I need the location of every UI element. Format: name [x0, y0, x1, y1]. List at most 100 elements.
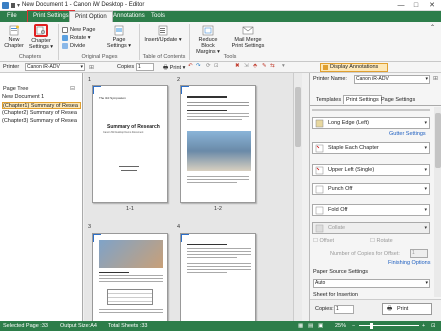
gutter-settings-link[interactable]: Gutter Settings [389, 131, 426, 137]
offset-copies-input[interactable]: 1 [410, 249, 428, 258]
page-thumbnail[interactable] [92, 233, 168, 323]
rotate-button[interactable]: Rotate ▾ [62, 34, 91, 42]
print-button[interactable]: 🖶 Print ▾ [163, 64, 185, 73]
punch-select[interactable]: Punch Off ▾ [312, 183, 430, 195]
copies-input[interactable]: 1 [334, 305, 354, 314]
copies-input[interactable]: 1 [136, 63, 154, 71]
page-thumbnail[interactable]: The 3rd Symposium Summary of Research Ca… [92, 85, 168, 203]
page-thumbnail[interactable] [180, 233, 256, 323]
undo-icon[interactable]: ↶ [188, 63, 193, 69]
settings-scrollbar[interactable] [434, 107, 441, 297]
fold-icon [315, 206, 324, 215]
toolbar-icon[interactable]: ⊡ [214, 63, 219, 69]
printer-properties-icon[interactable]: ⊞ [433, 75, 438, 82]
print-footer: Copies: 1 🖶 Print [310, 299, 441, 321]
chapter-settings-button[interactable]: Chapter Settings ▾ [27, 24, 55, 50]
tab-annotations[interactable]: Annotations [108, 11, 150, 22]
finishing-options-link[interactable]: Finishing Options [388, 260, 431, 266]
annotation-icon [323, 65, 328, 70]
printer-name-select[interactable]: Canon iR-ADV ▾ [354, 75, 430, 84]
divider [58, 24, 59, 60]
tree-item-chapter3[interactable]: (Chapter3) Summary of Resea [2, 118, 77, 125]
output-size-status: Output Size:A4 [60, 323, 97, 329]
delete-icon[interactable]: ✖ [235, 63, 240, 69]
view-icon[interactable]: ▦ [298, 321, 303, 331]
view-icon[interactable]: ▤ [308, 321, 313, 331]
app-icon [2, 2, 9, 9]
collate-icon [315, 224, 324, 233]
photo-image [99, 240, 163, 268]
corner-mark [181, 86, 189, 94]
mail-merge-icon [242, 26, 254, 35]
new-page-button[interactable]: New Page [62, 26, 95, 34]
quick-access-icon[interactable] [11, 2, 21, 9]
new-page-icon [62, 27, 68, 33]
maximize-button[interactable]: □ [409, 0, 423, 11]
toolbar-icon[interactable]: ⇲ [244, 63, 249, 69]
status-bar: Selected Page :33 Output Size:A4 Total S… [0, 321, 441, 331]
center-scrollbar[interactable] [293, 73, 302, 321]
fit-icon[interactable]: ⊡ [431, 321, 436, 331]
tab-print-settings-panel[interactable]: Print Settings [343, 95, 382, 104]
collate-select[interactable]: Collate ▾ [312, 222, 430, 234]
window-title: New Document 1 - Canon iW Desktop - Edit… [22, 2, 145, 8]
minimize-button[interactable]: — [394, 0, 408, 11]
print-style-select[interactable]: Long Edge (Left) ▾ [312, 117, 430, 129]
insert-update-button[interactable]: Insert/Update ▾ [143, 25, 183, 43]
toolbar-icon[interactable]: ⇆ [270, 63, 275, 69]
tab-templates[interactable]: Templates [316, 97, 341, 103]
staple-icon [315, 144, 324, 153]
tree-item-chapter2[interactable]: (Chapter2) Summary of Resea [2, 110, 77, 117]
paper-source-select[interactable]: Auto ▾ [313, 279, 430, 288]
copies-label: Copies [117, 64, 135, 70]
view-icon[interactable]: ▣ [318, 321, 323, 331]
page-settings-button[interactable]: Page Settings ▾ [105, 25, 133, 49]
zoom-in-icon[interactable]: + [422, 321, 425, 331]
reduce-block-margins-button[interactable]: Reduce Block Margins ▾ [192, 25, 224, 55]
display-annotations-button[interactable]: Display Annotations [320, 63, 388, 72]
divider [310, 105, 441, 106]
tree-item-chapter1[interactable]: (Chapter1) Summary of Resea [2, 102, 81, 109]
toolbar-icon[interactable]: ▾ [282, 63, 285, 69]
sheet-insertion-label: Sheet for Insertion [313, 292, 358, 298]
staple-position-select[interactable]: Upper Left (Single) ▾ [312, 164, 430, 176]
photo-image [187, 131, 251, 171]
ribbon: New Chapter Chapter Settings ▾ Chapters … [0, 22, 441, 62]
divider [189, 24, 190, 60]
close-button[interactable]: ✕ [425, 0, 439, 11]
divide-button[interactable]: Divide [62, 42, 85, 50]
tab-page-settings[interactable]: Page Settings [381, 97, 415, 103]
toolbar-icon[interactable]: ⬘ [253, 63, 257, 69]
tab-file[interactable]: File [2, 11, 22, 22]
tree-item-document[interactable]: New Document 1 [2, 94, 44, 101]
new-chapter-button[interactable]: New Chapter [3, 25, 25, 49]
scrollbar-thumb[interactable] [435, 113, 441, 168]
collapse-icon[interactable]: ⊟ [70, 85, 75, 92]
page-thumbnail[interactable] [180, 85, 256, 203]
printer-select[interactable]: Canon iR-ADV ▾ [25, 63, 85, 71]
print-settings-pane: Printer Name: Canon iR-ADV ▾ ⊞ Templates … [309, 73, 441, 321]
page-preview-area: 1 2 The 3rd Symposium Summary of Researc… [84, 73, 302, 323]
zoom-slider[interactable] [359, 325, 419, 326]
fold-select[interactable]: Fold Off ▾ [312, 204, 430, 216]
page-settings-icon [114, 25, 124, 36]
toolbar-icon[interactable]: ✎ [262, 63, 267, 69]
total-sheets-status: Total Sheets :33 [108, 323, 148, 329]
zoom-out-icon[interactable]: − [352, 321, 355, 331]
staple-select[interactable]: Staple Each Chapter ▾ [312, 142, 430, 154]
page-number: 3 [88, 224, 92, 230]
offset-copies-label: Number of Copies for Offset: [330, 251, 400, 257]
offset-checkbox[interactable]: ☐ Offset [313, 238, 334, 244]
rotate-checkbox[interactable]: ☐ Rotate [370, 238, 393, 244]
help-icon[interactable]: ⌃ [430, 24, 435, 31]
mail-merge-button[interactable]: Mail Merge Print Settings [228, 25, 268, 49]
zoom-slider-handle[interactable] [370, 323, 373, 329]
tab-tools[interactable]: Tools [146, 11, 170, 22]
redo-icon[interactable]: ↷ [196, 63, 201, 69]
toolbar-icon[interactable]: ⟳ [206, 63, 211, 69]
print-button[interactable]: 🖶 Print [382, 303, 432, 315]
tab-print-settings[interactable]: Print Settings [27, 10, 75, 23]
tab-print-option[interactable]: Print Option [69, 11, 113, 22]
print-preview-icon[interactable]: ⊞ [89, 64, 94, 71]
scrollbar-thumb[interactable] [295, 87, 301, 147]
